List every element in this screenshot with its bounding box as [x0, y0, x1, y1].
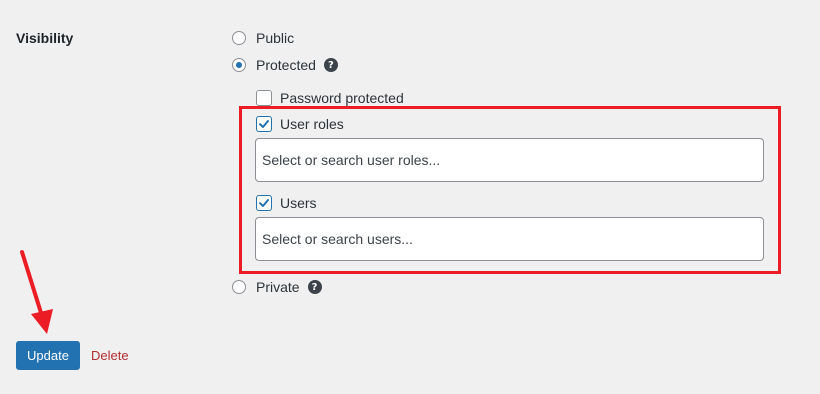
users-search-input[interactable] — [255, 217, 764, 261]
question-circle-icon[interactable]: ? — [307, 280, 322, 294]
user-roles-label: User roles — [280, 116, 344, 132]
visibility-option-private[interactable]: Private ? — [232, 279, 322, 295]
private-label: Private — [256, 279, 300, 295]
visibility-option-protected[interactable]: Protected ? — [232, 57, 338, 73]
visibility-option-public[interactable]: Public — [232, 30, 294, 46]
password-protected-checkbox[interactable] — [256, 90, 272, 106]
user-roles-search-input[interactable] — [255, 138, 764, 182]
users-option[interactable]: Users — [256, 195, 317, 211]
protected-label: Protected — [256, 57, 316, 73]
checkmark-icon — [259, 120, 269, 128]
private-radio[interactable] — [232, 280, 246, 294]
user-roles-checkbox[interactable] — [256, 116, 272, 132]
checkmark-icon — [259, 199, 269, 207]
public-label: Public — [256, 30, 295, 46]
protected-radio[interactable] — [232, 58, 246, 72]
question-circle-icon[interactable]: ? — [323, 58, 338, 72]
users-label: Users — [280, 195, 317, 211]
user-roles-option[interactable]: User roles — [256, 116, 344, 132]
password-protected-label: Password protected — [280, 90, 404, 106]
update-button[interactable]: Update — [16, 341, 80, 370]
password-protected-option[interactable]: Password protected — [256, 90, 404, 106]
annotation-arrow-icon — [20, 250, 53, 334]
users-checkbox[interactable] — [256, 195, 272, 211]
delete-link[interactable]: Delete — [91, 348, 129, 363]
public-radio[interactable] — [232, 31, 246, 45]
visibility-label: Visibility — [16, 30, 74, 46]
